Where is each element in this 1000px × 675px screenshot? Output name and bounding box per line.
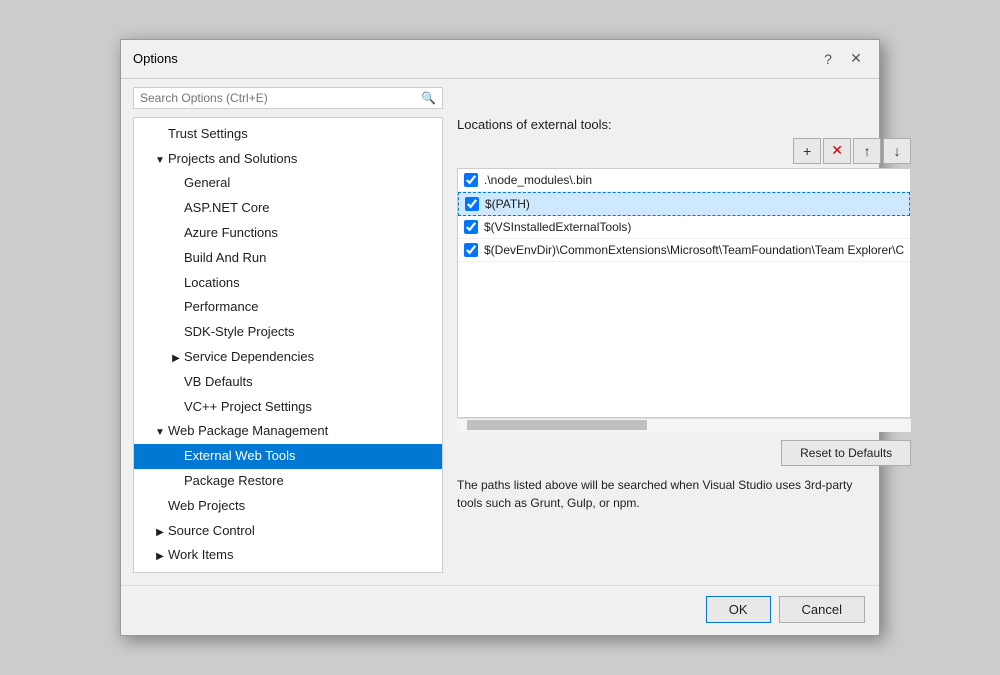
sidebar-item-performance[interactable]: Performance xyxy=(134,295,442,320)
tree-toggle-source-control: ▶ xyxy=(154,525,166,541)
title-bar: Options ? ✕ xyxy=(121,40,879,79)
list-item-path[interactable]: $(PATH) xyxy=(458,192,910,216)
checkbox-node-modules[interactable] xyxy=(464,173,478,187)
dialog-body: 🔍 Trust Settings▼Projects and SolutionsG… xyxy=(121,79,879,585)
search-area: 🔍 xyxy=(133,87,867,109)
tree-toggle-work-items: ▶ xyxy=(154,549,166,565)
checkbox-vs-installed[interactable] xyxy=(464,220,478,234)
search-icon: 🔍 xyxy=(421,91,436,105)
sidebar-item-service-dependencies[interactable]: ▶Service Dependencies xyxy=(134,345,442,370)
tree-toggle-projects-and-solutions: ▼ xyxy=(154,153,166,169)
ok-button[interactable]: OK xyxy=(706,596,771,623)
options-dialog: Options ? ✕ 🔍 Trust Settings▼Projects an… xyxy=(120,39,880,636)
sidebar: Trust Settings▼Projects and SolutionsGen… xyxy=(133,117,443,573)
sidebar-item-external-web-tools[interactable]: External Web Tools xyxy=(134,444,442,469)
sidebar-item-general[interactable]: General xyxy=(134,171,442,196)
list-item-node-modules[interactable]: .\node_modules\.bin xyxy=(458,169,910,192)
sidebar-item-aspnet-core[interactable]: ASP.NET Core xyxy=(134,196,442,221)
main-content: Trust Settings▼Projects and SolutionsGen… xyxy=(133,117,867,573)
sidebar-item-sdk-style-projects[interactable]: SDK-Style Projects xyxy=(134,320,442,345)
move-down-button[interactable]: ↓ xyxy=(883,138,911,164)
sidebar-item-vcpp-project-settings[interactable]: VC++ Project Settings xyxy=(134,395,442,420)
sidebar-item-azure-functions[interactable]: Azure Functions xyxy=(134,221,442,246)
description-text: The paths listed above will be searched … xyxy=(457,476,857,512)
list-text-path: $(PATH) xyxy=(485,197,903,211)
tree-toggle-web-package-management: ▼ xyxy=(154,425,166,441)
remove-button[interactable]: ✕ xyxy=(823,138,851,164)
list-text-node-modules: .\node_modules\.bin xyxy=(484,173,904,187)
add-button[interactable]: + xyxy=(793,138,821,164)
title-bar-controls: ? ✕ xyxy=(817,48,867,70)
checkbox-path[interactable] xyxy=(465,197,479,211)
cancel-button[interactable]: Cancel xyxy=(779,596,865,623)
search-box: 🔍 xyxy=(133,87,443,109)
horizontal-scrollbar[interactable] xyxy=(457,418,911,432)
sidebar-item-vb-defaults[interactable]: VB Defaults xyxy=(134,370,442,395)
list-text-devenvdir: $(DevEnvDir)\CommonExtensions\Microsoft\… xyxy=(484,243,904,257)
list-item-vs-installed[interactable]: $(VSInstalledExternalTools) xyxy=(458,216,910,239)
sidebar-item-source-control[interactable]: ▶Source Control xyxy=(134,519,442,544)
sidebar-item-locations[interactable]: Locations xyxy=(134,271,442,296)
toolbar-row: + ✕ ↑ ↓ xyxy=(457,138,911,164)
reset-defaults-button[interactable]: Reset to Defaults xyxy=(781,440,911,466)
sidebar-item-trust-settings[interactable]: Trust Settings xyxy=(134,122,442,147)
sidebar-item-build-and-run[interactable]: Build And Run xyxy=(134,246,442,271)
sidebar-inner: Trust Settings▼Projects and SolutionsGen… xyxy=(134,118,442,572)
sidebar-item-work-items[interactable]: ▶Work Items xyxy=(134,543,442,568)
tree-toggle-service-dependencies: ▶ xyxy=(170,351,182,367)
panel-header: Locations of external tools: xyxy=(457,117,911,132)
list-text-vs-installed: $(VSInstalledExternalTools) xyxy=(484,220,904,234)
external-tools-list: .\node_modules\.bin $(PATH) $(VSInstalledE… xyxy=(457,168,911,418)
checkbox-devenvdir[interactable] xyxy=(464,243,478,257)
dialog-title: Options xyxy=(133,51,178,66)
right-panel: Locations of external tools: + ✕ ↑ ↓ .\n… xyxy=(443,117,911,573)
scrollbar-thumb xyxy=(467,420,647,430)
move-up-button[interactable]: ↑ xyxy=(853,138,881,164)
footer: OK Cancel xyxy=(121,585,879,635)
sidebar-item-web-projects[interactable]: Web Projects xyxy=(134,494,442,519)
sidebar-item-package-restore[interactable]: Package Restore xyxy=(134,469,442,494)
search-input[interactable] xyxy=(140,91,421,105)
help-button[interactable]: ? xyxy=(817,48,839,70)
close-button[interactable]: ✕ xyxy=(845,48,867,70)
list-item-devenvdir[interactable]: $(DevEnvDir)\CommonExtensions\Microsoft\… xyxy=(458,239,910,262)
sidebar-item-web-package-management[interactable]: ▼Web Package Management xyxy=(134,419,442,444)
sidebar-item-projects-and-solutions[interactable]: ▼Projects and Solutions xyxy=(134,147,442,172)
reset-row: Reset to Defaults xyxy=(457,440,911,466)
